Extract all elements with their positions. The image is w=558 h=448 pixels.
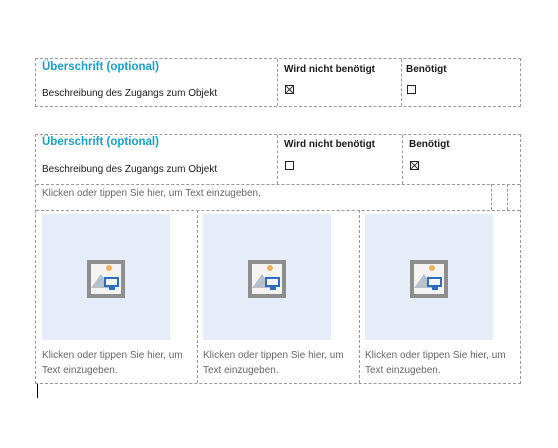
image-placeholder-1[interactable] (42, 214, 170, 340)
row-divider (36, 184, 520, 185)
column-header-needed: Benötigt (406, 64, 447, 75)
not-needed-checkbox[interactable] (285, 85, 294, 94)
text-cursor (37, 384, 38, 398)
column-header-not-needed: Wird nicht benötigt (284, 64, 376, 75)
text-placeholder-field[interactable]: Klicken oder tippen Sie hier, um Text ei… (42, 186, 261, 201)
image-placeholder-2[interactable] (203, 214, 331, 340)
needed-checkbox[interactable] (410, 161, 419, 170)
column-divider (401, 59, 402, 106)
table-heading[interactable]: Überschrift (optional) (42, 61, 159, 73)
picture-placeholder-icon (87, 260, 125, 298)
column-divider (277, 59, 278, 106)
column-divider (507, 184, 508, 210)
not-needed-checkbox[interactable] (285, 161, 294, 170)
caption-line: Klicken oder tippen Sie hier, um (203, 350, 344, 361)
column-header-needed: Benötigt (409, 139, 450, 150)
caption-line: Klicken oder tippen Sie hier, um (365, 350, 506, 361)
picture-placeholder-icon (410, 260, 448, 298)
column-divider (402, 135, 403, 184)
picture-placeholder-icon (248, 260, 286, 298)
column-header-not-needed: Wird nicht benötigt (284, 139, 376, 150)
image-caption-2[interactable]: Klicken oder tippen Sie hier, um Text ei… (203, 348, 361, 378)
access-description[interactable]: Beschreibung des Zugangs zum Objekt (42, 164, 217, 175)
needed-checkbox[interactable] (407, 85, 416, 94)
caption-line: Klicken oder tippen Sie hier, um (42, 350, 183, 361)
image-caption-1[interactable]: Klicken oder tippen Sie hier, um Text ei… (42, 348, 198, 378)
access-table-2: Überschrift (optional) Beschreibung des … (35, 134, 521, 384)
caption-line: Text einzugeben. (365, 365, 441, 376)
image-caption-3[interactable]: Klicken oder tippen Sie hier, um Text ei… (365, 348, 521, 378)
table-heading[interactable]: Überschrift (optional) (42, 136, 159, 148)
caption-line: Text einzugeben. (203, 365, 279, 376)
row-divider (36, 210, 520, 211)
access-description[interactable]: Beschreibung des Zugangs zum Objekt (42, 88, 217, 99)
column-divider (277, 135, 278, 184)
access-table-1: Überschrift (optional) Beschreibung des … (35, 58, 521, 107)
caption-line: Text einzugeben. (42, 365, 118, 376)
column-divider (491, 184, 492, 210)
image-placeholder-3[interactable] (365, 214, 493, 340)
